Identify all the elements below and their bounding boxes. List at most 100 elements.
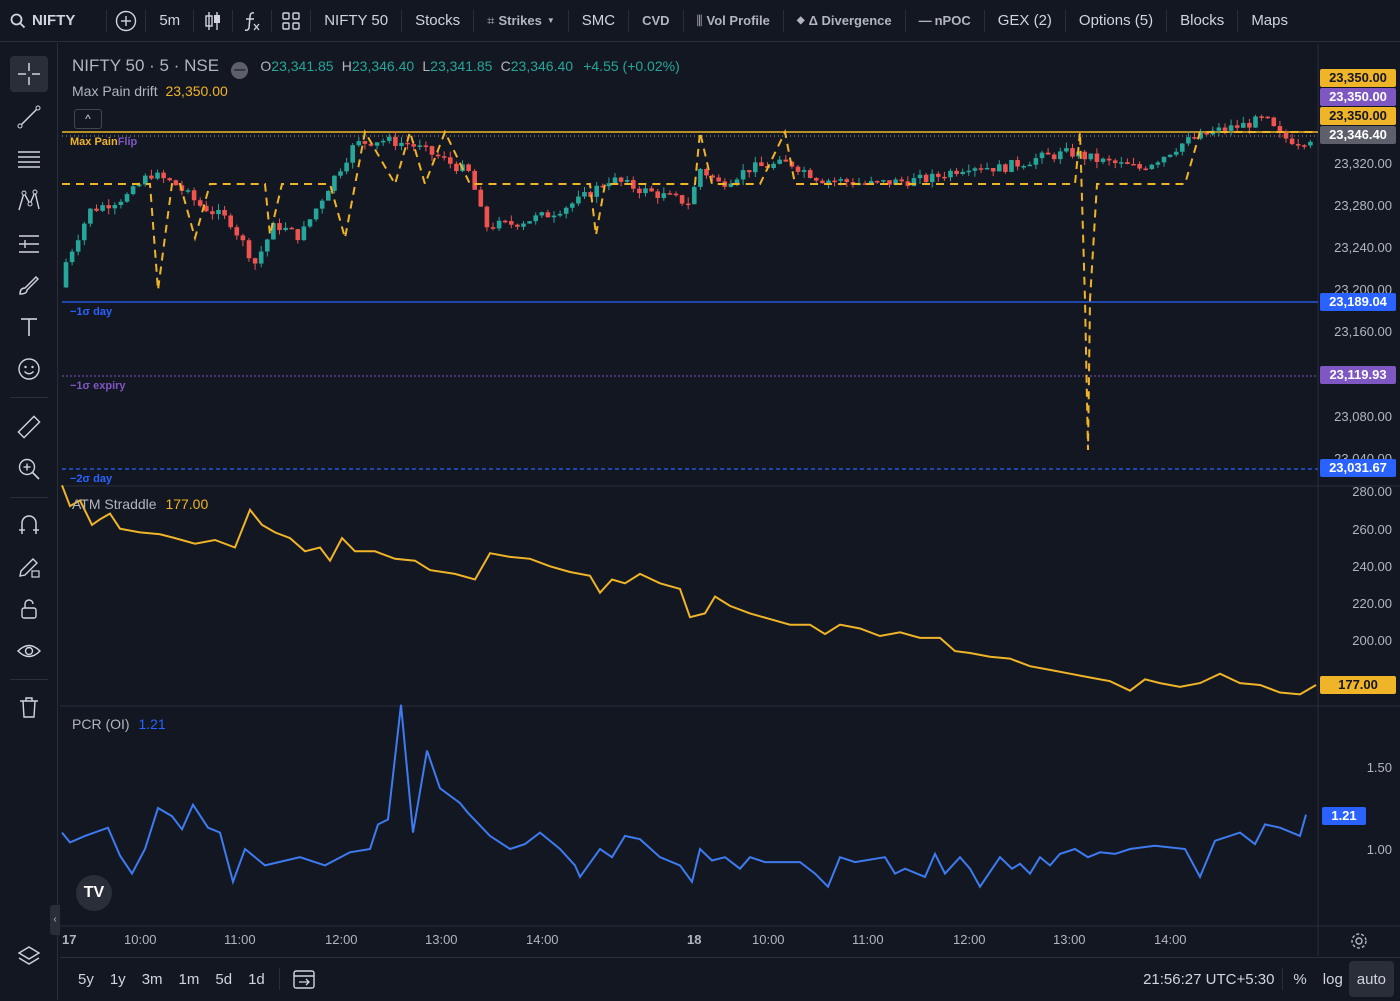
- straddle-axis-label: 220.00: [1352, 596, 1392, 611]
- toolbar-npoc[interactable]: — nPOC: [906, 0, 984, 42]
- candle-body: [887, 180, 892, 185]
- symbol-search[interactable]: NIFTY: [0, 0, 88, 42]
- trendline-tool[interactable]: [10, 99, 48, 135]
- candle-body: [1125, 162, 1130, 164]
- eye-icon: [17, 644, 41, 658]
- candle-body: [1119, 162, 1124, 164]
- candle-body: [502, 220, 508, 223]
- candle-body: [1259, 116, 1264, 118]
- candle-body: [990, 168, 996, 172]
- maxpain-legend[interactable]: Max Pain drift 23,350.00: [72, 83, 228, 99]
- candle-body: [551, 215, 557, 218]
- legend-menu-icon[interactable]: —: [231, 62, 249, 79]
- auto-toggle[interactable]: auto: [1348, 961, 1394, 997]
- toolbar-options[interactable]: Options (5): [1066, 0, 1166, 42]
- range-1m[interactable]: 1m: [171, 958, 208, 1001]
- npoc-label: nPOC: [934, 13, 971, 28]
- series-title[interactable]: NIFTY 50 · 5 · NSE: [72, 56, 219, 75]
- candle-body: [289, 227, 294, 230]
- chart-canvas[interactable]: [0, 0, 1400, 1000]
- pcr-legend[interactable]: PCR (OI) 1.21: [72, 716, 166, 732]
- strikes-label: Strikes: [498, 13, 542, 28]
- candle-body: [710, 175, 715, 178]
- candle-body: [429, 146, 435, 155]
- pattern-tool[interactable]: [10, 183, 48, 219]
- log-toggle[interactable]: log: [1317, 958, 1349, 1001]
- candle-body: [1289, 138, 1295, 145]
- interval-button[interactable]: 5m: [146, 0, 193, 42]
- candle-body: [667, 193, 673, 195]
- text-tool[interactable]: [10, 309, 48, 345]
- candle-body: [1308, 141, 1313, 146]
- candle-body: [1100, 158, 1106, 162]
- price-axis-label: 23,160.00: [1334, 324, 1392, 339]
- candle-body: [356, 141, 362, 146]
- percent-toggle[interactable]: %: [1283, 958, 1316, 1001]
- forecast-tool[interactable]: [10, 225, 48, 261]
- layout-button[interactable]: [272, 0, 310, 42]
- indicators-button[interactable]: [233, 0, 271, 42]
- straddle-legend[interactable]: ATM Straddle 177.00: [72, 496, 208, 512]
- toolbar-cvd[interactable]: CVD: [629, 0, 682, 42]
- candle-body: [319, 200, 325, 209]
- candle-body: [216, 209, 221, 215]
- range-5d[interactable]: 5d: [207, 958, 240, 1001]
- toolbar-divergence[interactable]: ◆ Δ Divergence: [784, 0, 905, 42]
- candle-body: [1228, 125, 1234, 131]
- straddle-axis-label: 200.00: [1352, 633, 1392, 648]
- candle-body: [240, 235, 246, 241]
- fib-tool[interactable]: [10, 141, 48, 177]
- collapse-legend-button[interactable]: ^: [74, 109, 102, 129]
- toolbar-nifty50[interactable]: NIFTY 50: [311, 0, 401, 42]
- stay-drawing-tool[interactable]: [10, 549, 48, 585]
- candle-body: [63, 262, 69, 288]
- chart-settings-button[interactable]: [1350, 932, 1368, 955]
- clock[interactable]: 21:56:27 UTC+5:30: [1135, 958, 1282, 1001]
- hide-drawings-tool[interactable]: [10, 633, 48, 669]
- toolbar-stocks[interactable]: Stocks: [402, 0, 473, 42]
- goto-date-button[interactable]: [280, 958, 328, 1001]
- collapse-toolbar-button[interactable]: ‹: [50, 905, 60, 935]
- toolbar-maps[interactable]: Maps: [1238, 0, 1296, 42]
- price-tag-last: 23,346.40: [1320, 126, 1396, 144]
- straddle-line: [61, 484, 1317, 696]
- range-1d[interactable]: 1d: [240, 958, 273, 1001]
- toolbar-strikes[interactable]: ⌗ Strikes ▼: [474, 0, 568, 42]
- candle-body: [527, 221, 532, 224]
- candle-body: [1204, 132, 1209, 135]
- emoji-tool[interactable]: [10, 351, 48, 387]
- range-1y[interactable]: 1y: [102, 958, 134, 1001]
- ohlc-low: 23,341.85: [430, 58, 493, 74]
- zoom-tool[interactable]: [10, 451, 48, 487]
- compare-button[interactable]: [107, 0, 145, 42]
- candle-body: [545, 212, 551, 218]
- candle-body: [1161, 156, 1167, 163]
- candle-body: [204, 205, 209, 212]
- candle-body: [283, 227, 288, 231]
- tradingview-logo[interactable]: TV: [76, 875, 112, 911]
- toolbar-smc[interactable]: SMC: [569, 0, 628, 42]
- candle-body: [624, 179, 630, 182]
- ruler-tool[interactable]: [10, 409, 48, 445]
- toolbar-vol-profile[interactable]: ⫼ Vol Profile: [684, 0, 783, 42]
- brush-tool[interactable]: [10, 267, 48, 303]
- candle-body: [222, 209, 227, 216]
- range-5y[interactable]: 5y: [70, 958, 102, 1001]
- chart-type-button[interactable]: [194, 0, 232, 42]
- toolbar-blocks[interactable]: Blocks: [1167, 0, 1237, 42]
- crosshair-tool[interactable]: [10, 56, 48, 92]
- candle-body: [814, 177, 819, 181]
- candle-body: [978, 168, 984, 170]
- candle-body: [1222, 127, 1228, 131]
- candle-body: [246, 240, 252, 259]
- range-3m[interactable]: 3m: [134, 958, 171, 1001]
- gear-icon: [1351, 933, 1367, 949]
- diamond-icon: ◆: [796, 15, 805, 26]
- object-tree-button[interactable]: [10, 939, 48, 975]
- remove-drawings-tool[interactable]: [10, 689, 48, 725]
- candle-body: [1039, 152, 1045, 159]
- toolbar-gex[interactable]: GEX (2): [985, 0, 1065, 42]
- lock-drawings-tool[interactable]: [10, 591, 48, 627]
- candle-body: [1070, 148, 1075, 157]
- magnet-tool[interactable]: [10, 507, 48, 543]
